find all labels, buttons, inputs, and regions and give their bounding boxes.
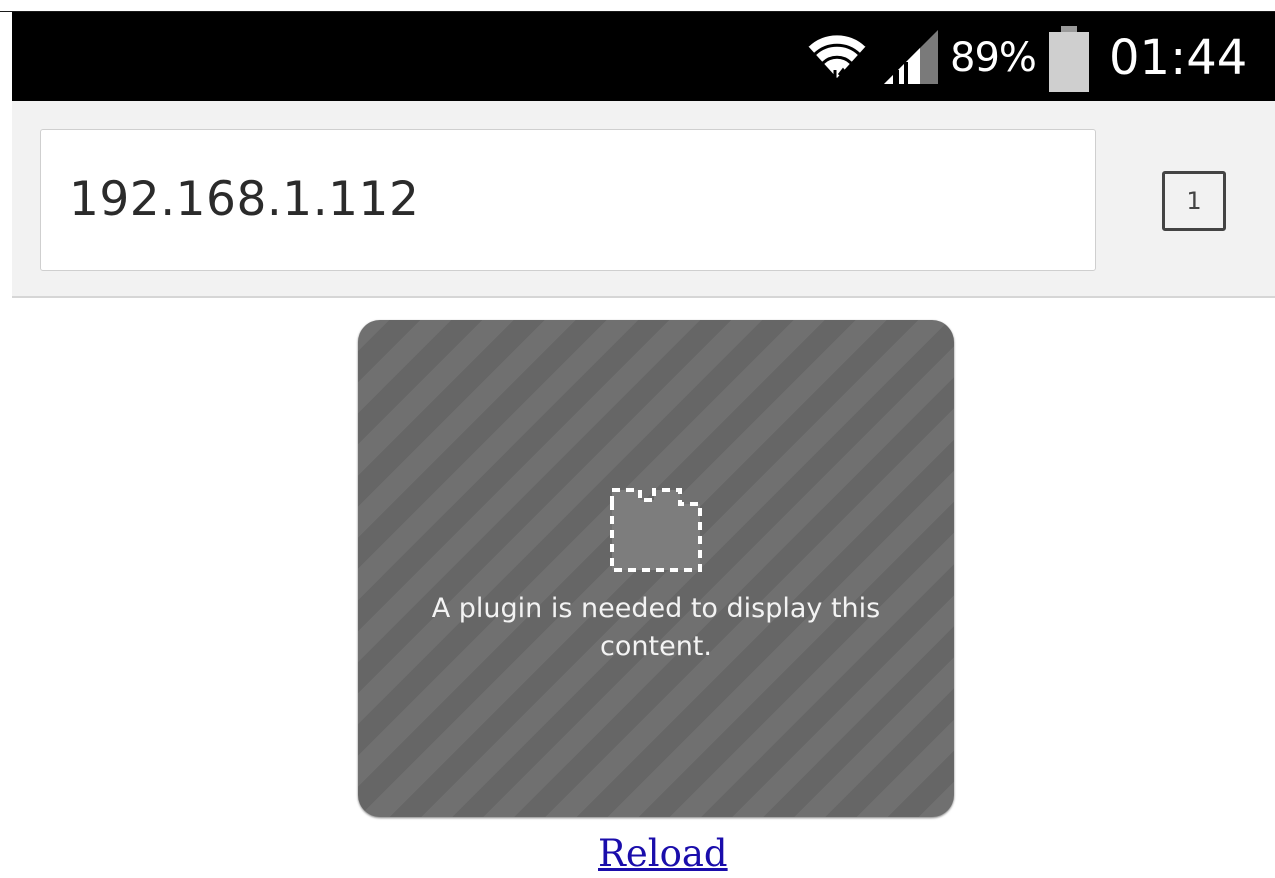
tabs-button[interactable]: 1 xyxy=(1162,171,1226,231)
url-text[interactable]: 192.168.1.112 xyxy=(69,172,419,228)
browser-toolbar: 192.168.1.112 1 xyxy=(12,101,1275,298)
status-bar: 89% 01:44 xyxy=(12,12,1275,101)
top-rule xyxy=(0,0,1275,12)
signal-icon xyxy=(884,30,938,84)
battery-icon xyxy=(1049,26,1089,92)
tab-count: 1 xyxy=(1186,187,1202,215)
wifi-icon xyxy=(807,33,867,86)
battery-percent: 89% xyxy=(950,35,1037,81)
plugin-message: A plugin is needed to display this conte… xyxy=(431,593,881,662)
puzzle-piece-icon xyxy=(610,488,702,572)
plugin-placeholder[interactable]: A plugin is needed to display this conte… xyxy=(358,320,954,817)
address-bar[interactable]: 192.168.1.112 xyxy=(40,129,1096,271)
clock: 01:44 xyxy=(1109,30,1248,86)
reload-link[interactable]: Reload xyxy=(598,832,728,876)
